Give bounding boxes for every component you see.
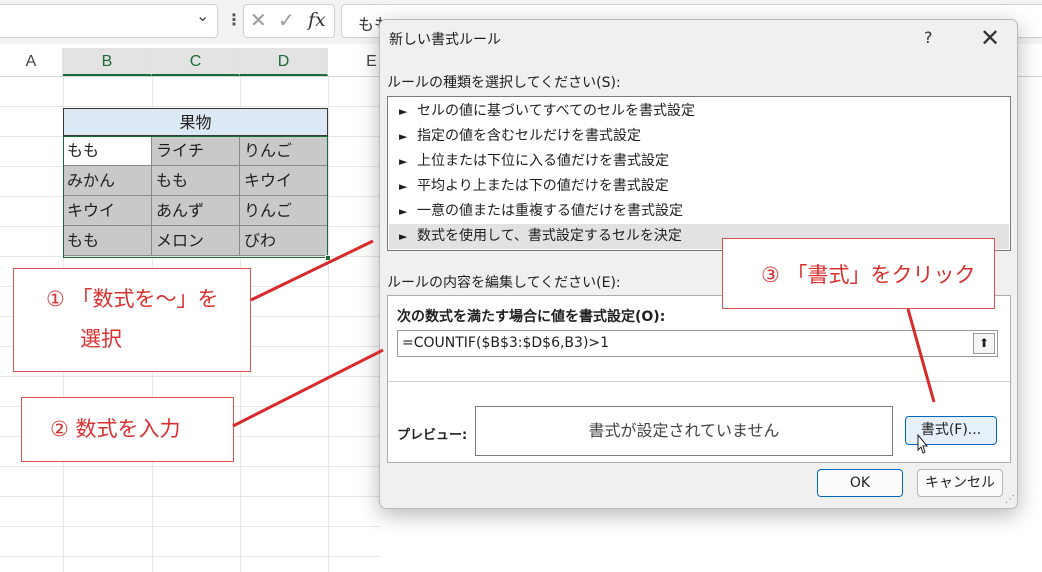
rule-type-label: ルールの種類を選択してください(S):	[387, 75, 621, 91]
cancel-entry-icon[interactable]: ✕	[250, 8, 267, 32]
confirm-entry-icon[interactable]: ✓	[278, 8, 295, 32]
rule-type-label-text: 一意の値または重複する値だけを書式設定	[417, 203, 683, 219]
rule-type-item[interactable]: ► 上位または下位に入る値だけを書式設定	[389, 149, 1009, 174]
gridline	[0, 526, 380, 527]
column-header-b[interactable]: B	[63, 48, 152, 76]
close-icon[interactable]: ✕	[980, 24, 1000, 52]
insert-function-icon[interactable]: fx	[308, 9, 326, 31]
more-options-icon[interactable]: ⋮	[226, 10, 242, 29]
column-header-a[interactable]: A	[0, 48, 63, 76]
callout-step-1-line2: 選択	[80, 327, 122, 351]
gridline	[328, 77, 329, 572]
rule-type-label-text: 指定の値を含むセルだけを書式設定	[417, 128, 641, 144]
rule-type-label-text: 上位または下位に入る値だけを書式設定	[417, 153, 669, 169]
gridline	[0, 466, 380, 467]
rule-type-item[interactable]: ► セルの値に基づいてすべてのセルを書式設定	[389, 99, 1009, 124]
callout-step-3-text: ③ 「書式」をクリック	[761, 263, 976, 287]
triangle-right-icon: ►	[399, 205, 408, 218]
cancel-button[interactable]: キャンセル	[917, 469, 1003, 497]
connector-line-2	[232, 348, 384, 428]
formula-value: =COUNTIF($B$3:$D$6,B3)>1	[402, 335, 610, 351]
triangle-right-icon: ►	[399, 105, 408, 118]
formula-bar-buttons: ✕ ✓ fx	[243, 4, 335, 38]
preview-label: プレビュー:	[397, 428, 468, 443]
selection-border	[63, 136, 328, 258]
callout-step-3: ③ 「書式」をクリック	[722, 238, 995, 309]
gridline	[0, 376, 380, 377]
divider	[388, 381, 1012, 382]
callout-step-2-text: ② 数式を入力	[50, 417, 181, 441]
triangle-right-icon: ►	[399, 130, 408, 143]
collapse-dialog-icon[interactable]: ⬆	[973, 333, 995, 354]
gridline	[0, 106, 380, 107]
fill-handle[interactable]	[325, 255, 331, 261]
triangle-right-icon: ►	[399, 155, 408, 168]
column-header-d[interactable]: D	[240, 48, 328, 76]
dialog-title: 新しい書式ルール	[389, 32, 501, 48]
rule-type-item[interactable]: ► 指定の値を含むセルだけを書式設定	[389, 124, 1009, 149]
rule-edit-panel: 次の数式を満たす場合に値を書式設定(O): =COUNTIF($B$3:$D$6…	[387, 295, 1012, 463]
table-title[interactable]: 果物	[63, 108, 328, 136]
formula-label: 次の数式を満たす場合に値を書式設定(O):	[397, 309, 666, 325]
callout-step-2: ② 数式を入力	[21, 397, 234, 462]
gridline	[0, 496, 380, 497]
column-header-c[interactable]: C	[152, 48, 240, 76]
mouse-pointer-icon	[917, 434, 929, 454]
preview-box: 書式が設定されていません	[475, 406, 893, 456]
resize-grip-icon[interactable]: ⋰	[1005, 494, 1015, 505]
name-box[interactable]	[0, 4, 218, 38]
rule-type-item[interactable]: ► 平均より上または下の値だけを書式設定	[389, 174, 1009, 199]
rule-type-list: ► セルの値に基づいてすべてのセルを書式設定 ► 指定の値を含むセルだけを書式設定 …	[387, 96, 1011, 251]
triangle-right-icon: ►	[399, 180, 408, 193]
chevron-down-icon[interactable]: ⌄	[196, 6, 209, 25]
rule-type-item[interactable]: ► 一意の値または重複する値だけを書式設定	[389, 199, 1009, 224]
callout-step-1-line1: ① 「数式を～」を	[46, 287, 219, 311]
rule-edit-label: ルールの内容を編集してください(E):	[387, 275, 621, 291]
rule-type-label-text: セルの値に基づいてすべてのセルを書式設定	[417, 103, 696, 119]
ok-button[interactable]: OK	[817, 469, 903, 497]
triangle-right-icon: ►	[399, 230, 408, 243]
gridline	[0, 556, 380, 557]
help-icon[interactable]: ?	[924, 28, 933, 47]
callout-step-1: ① 「数式を～」を 選択	[13, 268, 251, 372]
formula-field[interactable]: =COUNTIF($B$3:$D$6,B3)>1 ⬆	[397, 330, 998, 357]
rule-type-label-text: 数式を使用して、書式設定するセルを決定	[417, 228, 682, 244]
rule-type-label-text: 平均より上または下の値だけを書式設定	[417, 178, 669, 194]
